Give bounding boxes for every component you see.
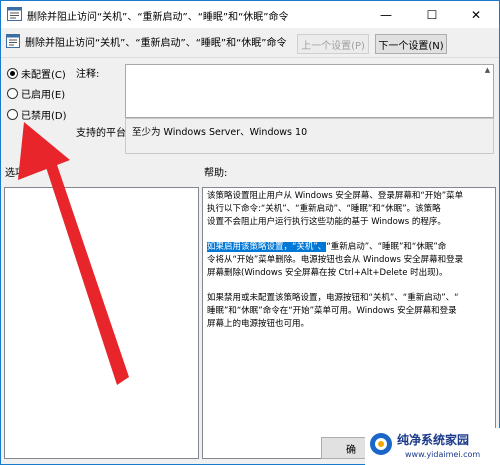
radio-not-configured[interactable]: 未配置(C) — [7, 66, 66, 81]
supported-on-label: 支持的平台: — [76, 128, 130, 139]
policy-title: 删除并阻止访问“关机”、“重新启动”、“睡眠”和“休眠”命令 — [25, 38, 287, 49]
help-paragraph-3: 如果禁用或未配置该策略设置，电源按钮和“关机”、“重新启动”、“ 睡眠”和“休眠… — [207, 292, 491, 331]
help-line: 屏幕上的电源按钮也可用。 — [207, 319, 310, 329]
help-label: 帮助: — [204, 168, 228, 179]
help-paragraph-2: 如果启用该策略设置，“关机”、“重新启动”、“睡眠”和“休眠”命 令将从“开始”… — [207, 241, 491, 280]
comment-textarea[interactable]: ▲ — [125, 64, 494, 118]
radio-disabled[interactable]: 已禁用(D) — [7, 107, 67, 122]
radio-enabled[interactable]: 已启用(E) — [7, 86, 65, 101]
comment-label: 注释: — [76, 69, 100, 80]
options-panel — [4, 187, 199, 459]
policy-dialog-window: 删除并阻止访问“关机”、“重新启动”、“睡眠”和“休眠”命令 — ☐ ✕ 删除并… — [0, 0, 500, 465]
help-line: “重新启动”、“睡眠”和“休眠”命 — [326, 242, 447, 252]
divider — [1, 57, 499, 58]
title-bar: 删除并阻止访问“关机”、“重新启动”、“睡眠”和“休眠”命令 — ☐ ✕ — [1, 1, 499, 28]
help-paragraph-1: 该策略设置阻止用户从 Windows 安全屏幕、登录屏幕和“开始”菜单 执行以下… — [207, 190, 491, 229]
help-line: 睡眠”和“休眠”命令在“开始”菜单可用。Windows 安全屏幕和登录 — [207, 306, 457, 316]
radio-dot — [7, 88, 18, 99]
supported-platform-value: 至少为 Windows Server、Windows 10 — [132, 127, 308, 138]
watermark-url: www.yidaimei.com — [405, 450, 481, 459]
help-highlighted-text: 如果启用该策略设置，“关机”、 — [207, 242, 327, 252]
minimize-button[interactable]: — — [363, 1, 409, 28]
radio-enabled-label: 已启用(E) — [21, 90, 66, 101]
help-line: 设置不会阻止用户运行执行这些功能的基于 Windows 的程序。 — [207, 217, 446, 227]
next-setting-button[interactable]: 下一个设置(N) — [375, 34, 447, 54]
help-panel[interactable]: 该策略设置阻止用户从 Windows 安全屏幕、登录屏幕和“开始”菜单 执行以下… — [202, 187, 496, 459]
help-line: 该策略设置阻止用户从 Windows 安全屏幕、登录屏幕和“开始”菜单 — [207, 191, 464, 201]
policy-settings-icon — [7, 7, 22, 21]
supported-platform-box: 至少为 Windows Server、Windows 10 — [125, 118, 494, 154]
radio-dot — [7, 109, 18, 120]
radio-not-configured-label: 未配置(C) — [21, 70, 66, 81]
help-line: 执行以下命令:“关机”、“重新启动”、“睡眠”和“休眠”。该策略 — [207, 204, 441, 214]
radio-disabled-label: 已禁用(D) — [21, 111, 67, 122]
help-line: 令将从“开始”菜单删除。电源按钮也会从 Windows 安全屏幕和登录 — [207, 255, 464, 265]
scroll-up-icon[interactable]: ▲ — [483, 66, 492, 75]
watermark-logo-icon — [370, 433, 392, 455]
watermark-name: 纯净系统家园 — [397, 433, 470, 447]
window-title: 删除并阻止访问“关机”、“重新启动”、“睡眠”和“休眠”命令 — [27, 12, 289, 23]
radio-selected-dot — [7, 68, 18, 79]
watermark: 纯净系统家园 www.yidaimei.com — [365, 428, 500, 465]
options-label: 选项: — [5, 168, 29, 179]
previous-setting-button[interactable]: 上一个设置(P) — [297, 34, 369, 54]
policy-settings-icon — [6, 34, 20, 48]
maximize-button[interactable]: ☐ — [409, 1, 455, 28]
help-line: 如果禁用或未配置该策略设置，电源按钮和“关机”、“重新启动”、“ — [207, 293, 459, 303]
close-button[interactable]: ✕ — [453, 1, 499, 28]
help-line: 屏幕删除(Windows 安全屏幕在按 Ctrl+Alt+Delete 时出现)… — [207, 268, 448, 278]
